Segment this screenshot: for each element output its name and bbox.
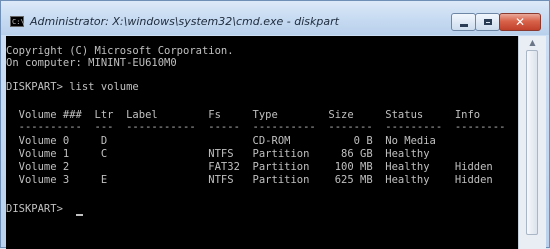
console-output[interactable]: Copyright (C) Microsoft Corporation. On …	[6, 36, 518, 249]
scrollbar-thumb[interactable]	[526, 50, 538, 235]
scroll-up-arrow-icon[interactable]: ▲	[519, 36, 546, 50]
volume-table-row: Volume 0 D CD-ROM 0 B No Media	[6, 135, 436, 147]
close-icon: ✕	[514, 15, 526, 29]
volume-table-separator: ---------- --- ----------- ----- -------…	[6, 121, 506, 133]
volume-table-row: Volume 3 E NTFS Partition 625 MB Healthy…	[6, 174, 493, 186]
window-controls: ✕	[451, 13, 541, 33]
console-line-copyright: Copyright (C) Microsoft Corporation.	[6, 45, 234, 57]
console-prompt[interactable]: DISKPART>	[6, 203, 69, 215]
volume-table-row: Volume 2 FAT32 Partition 100 MB Healthy …	[6, 161, 493, 173]
command-prompt-window: C:\ Administrator: X:\windows\system32\c…	[0, 0, 550, 249]
window-title: Administrator: X:\windows\system32\cmd.e…	[30, 15, 339, 28]
volume-table-header: Volume ### Ltr Label Fs Type Size Status…	[6, 109, 481, 121]
close-button[interactable]: ✕	[499, 13, 541, 31]
minimize-button[interactable]	[451, 13, 476, 31]
text-cursor	[76, 214, 83, 216]
vertical-scrollbar[interactable]: ▲	[518, 36, 546, 249]
console-line-command: DISKPART> list volume	[6, 81, 139, 93]
maximize-icon	[483, 19, 492, 25]
console-line-computer: On computer: MININT-EU610M0	[6, 57, 177, 69]
minimize-icon	[459, 23, 468, 27]
volume-table-row: Volume 1 C NTFS Partition 86 GB Healthy	[6, 148, 430, 160]
cmd-app-icon[interactable]: C:\	[10, 16, 25, 27]
title-bar[interactable]: C:\ Administrator: X:\windows\system32\c…	[1, 1, 549, 35]
maximize-button[interactable]	[475, 13, 500, 31]
